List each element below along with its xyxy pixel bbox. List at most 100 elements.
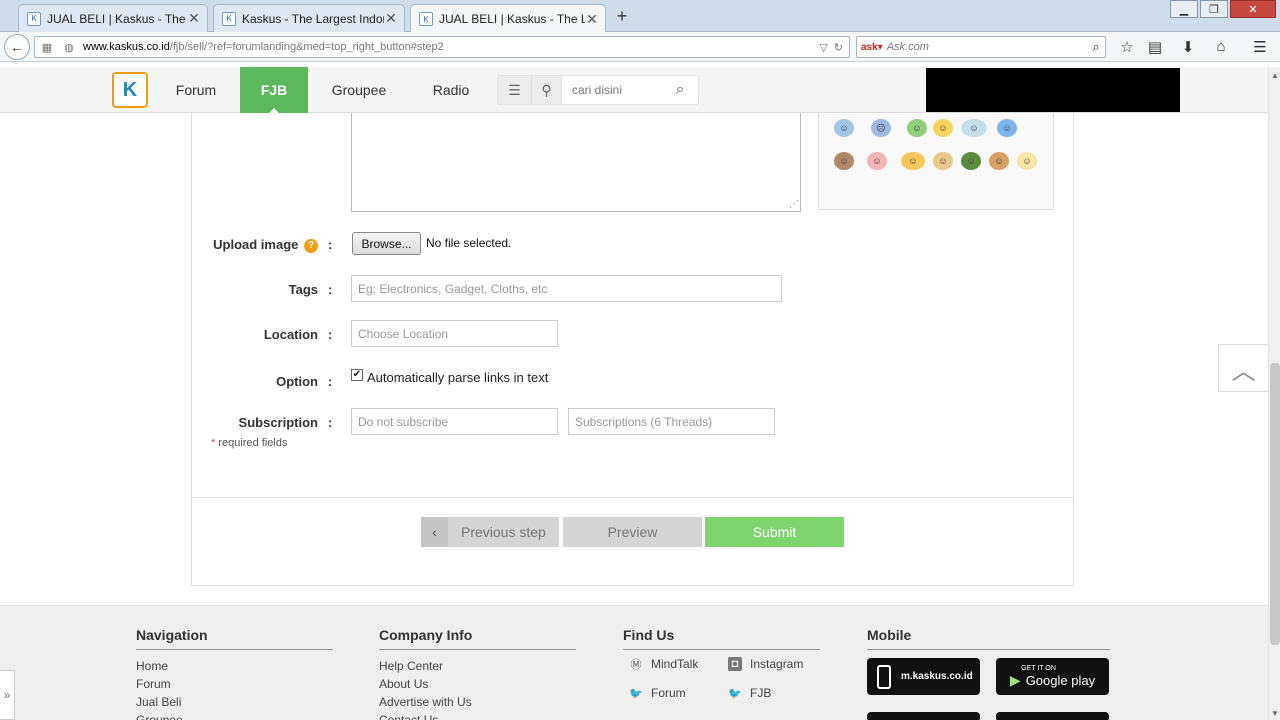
- emoticon-icon[interactable]: ☺: [933, 119, 953, 137]
- find-us-twitter-fjb[interactable]: 🐦 FJB: [728, 686, 771, 700]
- emoticon-panel: ☺ ☹ ☺ ☺ ☺ ☺ ☺ ☺ ☺ ☺ ☺ ☺ ☺: [818, 113, 1054, 210]
- footer-link-contact-us[interactable]: Contact Us: [379, 711, 576, 720]
- parse-links-checkbox[interactable]: ✔: [351, 369, 363, 381]
- scroll-to-top-icon[interactable]: ︿: [1218, 344, 1268, 392]
- grid-icon: ▦: [41, 41, 53, 54]
- previous-step-label: Previous step: [461, 524, 546, 540]
- phone-icon: [877, 664, 891, 689]
- nav-radio[interactable]: Radio: [420, 67, 482, 113]
- footer-navigation-title: Navigation: [136, 627, 333, 650]
- find-us-mindtalk[interactable]: Ⓜ MindTalk: [629, 657, 699, 671]
- location-input[interactable]: Choose Location: [351, 320, 558, 347]
- emoticon-icon[interactable]: ☺: [997, 119, 1017, 137]
- scroll-down-arrow-icon[interactable]: ▼: [1271, 709, 1279, 718]
- form-divider: [192, 497, 1073, 498]
- find-us-instagram[interactable]: ◘ Instagram: [728, 657, 803, 671]
- expand-sidebar-icon[interactable]: »: [0, 670, 15, 720]
- close-tab-icon[interactable]: ✕: [384, 10, 398, 27]
- footer-link-forum[interactable]: Forum: [136, 675, 333, 693]
- window-close-icon[interactable]: ✕: [1230, 0, 1276, 18]
- browser-tab-3-active[interactable]: K JUAL BELI | Kaskus - The La... ✕: [410, 4, 606, 33]
- reload-icon[interactable]: ↻: [834, 41, 843, 54]
- windows-store-button[interactable]: [996, 712, 1109, 720]
- footer-link-home[interactable]: Home: [136, 657, 333, 675]
- tab-title: JUAL BELI | Kaskus - The La...: [47, 11, 187, 26]
- label-colon: :: [328, 327, 333, 342]
- nav-forum[interactable]: Forum: [160, 67, 232, 113]
- footer-mobile: Mobile: [867, 627, 1110, 657]
- tab-title: JUAL BELI | Kaskus - The La...: [439, 12, 585, 26]
- search-icon[interactable]: ⌕: [662, 81, 698, 99]
- close-tab-icon[interactable]: ✕: [585, 11, 599, 28]
- emoticon-icon[interactable]: ☺: [834, 119, 854, 137]
- emoticon-icon[interactable]: ☹: [871, 119, 891, 137]
- browser-tab-1[interactable]: K JUAL BELI | Kaskus - The La... ✕: [18, 4, 208, 32]
- emoticon-icon[interactable]: ☺: [1017, 152, 1037, 170]
- scrollbar-thumb[interactable]: [1270, 363, 1280, 645]
- emoticon-icon[interactable]: ☺: [989, 152, 1009, 170]
- back-arrow-icon[interactable]: ←: [4, 34, 30, 60]
- footer-find-us: Find Us: [623, 627, 820, 657]
- subscription-label: Subscription: [238, 415, 318, 430]
- find-us-twitter-forum[interactable]: 🐦 Forum: [629, 686, 686, 700]
- browse-file-button[interactable]: Browse...: [352, 232, 421, 255]
- play-triangle-icon: ▶: [1009, 671, 1021, 688]
- browser-search-bar[interactable]: ask▾ Ask.com ⌕: [856, 36, 1106, 58]
- close-tab-icon[interactable]: ✕: [187, 10, 201, 27]
- help-question-icon[interactable]: ?: [304, 239, 318, 253]
- window-controls: ▁ ❐ ✕: [1168, 0, 1276, 18]
- submit-button[interactable]: Submit: [705, 517, 844, 547]
- emoticon-icon[interactable]: ☺: [933, 152, 953, 170]
- nav-fjb[interactable]: FJB: [240, 67, 308, 113]
- message-textarea[interactable]: ⋰: [351, 113, 801, 212]
- no-file-selected-text: No file selected.: [426, 236, 512, 250]
- page-scrollbar[interactable]: ▲ ▼: [1268, 67, 1280, 720]
- emoticon-icon[interactable]: ☺: [907, 119, 927, 137]
- site-footer: Navigation Home Forum Jual Beli Groupee …: [0, 605, 1268, 720]
- category-list-icon[interactable]: ☰: [498, 76, 532, 104]
- footer-link-jual-beli[interactable]: Jual Beli: [136, 693, 333, 711]
- footer-link-about-us[interactable]: About Us: [379, 675, 576, 693]
- tags-input[interactable]: Eg: Electronics, Gadget, Cloths, etc: [351, 275, 782, 302]
- footer-link-help-center[interactable]: Help Center: [379, 657, 576, 675]
- site-search-input[interactable]: cari disini: [562, 83, 662, 97]
- preview-button[interactable]: Preview: [563, 517, 702, 547]
- download-icon[interactable]: ⬇: [1178, 38, 1198, 56]
- reading-list-icon[interactable]: ▤: [1145, 38, 1165, 56]
- mobile-site-button[interactable]: m.kaskus.co.id: [867, 658, 980, 695]
- required-fields-note: * required fields: [211, 437, 288, 449]
- emoticon-icon[interactable]: ☺: [834, 152, 854, 170]
- home-icon[interactable]: ⌂: [1211, 38, 1231, 55]
- app-store-button[interactable]: [867, 712, 980, 720]
- subscriptions-folder-select[interactable]: Subscriptions (6 Threads): [568, 408, 775, 435]
- search-engine-text: Ask.com: [886, 41, 929, 53]
- kaskus-logo-icon[interactable]: K: [112, 72, 148, 108]
- emoticon-icon[interactable]: ☺: [901, 152, 925, 170]
- browser-nav-bar: ← ▦ ◍ www.kaskus.co.id/fjb/sell/?ref=for…: [0, 32, 1280, 62]
- google-play-button[interactable]: GET IT ON ▶ Google play: [996, 658, 1109, 695]
- minimize-icon[interactable]: ▁: [1170, 0, 1198, 18]
- kaskus-favicon-icon: K: [222, 11, 236, 26]
- dropdown-icon[interactable]: ▽: [819, 41, 827, 54]
- emoticon-icon[interactable]: ☺: [961, 152, 981, 170]
- globe-icon: ◍: [64, 41, 74, 54]
- search-icon[interactable]: ⌕: [1087, 39, 1105, 55]
- subscription-select[interactable]: Do not subscribe: [351, 408, 558, 435]
- bookmark-star-icon[interactable]: ☆: [1117, 38, 1137, 56]
- new-tab-icon[interactable]: +: [612, 6, 632, 27]
- menu-icon[interactable]: ☰: [1250, 38, 1270, 56]
- footer-link-groupee[interactable]: Groupee: [136, 711, 333, 720]
- footer-link-advertise[interactable]: Advertise with Us: [379, 693, 576, 711]
- emoticon-icon[interactable]: ☺: [867, 152, 887, 170]
- scroll-up-arrow-icon[interactable]: ▲: [1271, 71, 1279, 80]
- location-pin-icon[interactable]: ⚲: [532, 76, 562, 104]
- emoticon-icon[interactable]: ☺: [961, 119, 987, 137]
- mindtalk-icon: Ⓜ: [630, 659, 642, 671]
- nav-groupee[interactable]: Groupee: [318, 67, 400, 113]
- footer-navigation: Navigation Home Forum Jual Beli Groupee: [136, 627, 333, 720]
- resize-grip-icon[interactable]: ⋰: [789, 199, 799, 210]
- previous-step-button[interactable]: ‹ Previous step: [421, 517, 559, 547]
- url-bar[interactable]: ▦ ◍ www.kaskus.co.id/fjb/sell/?ref=forum…: [34, 36, 850, 58]
- restore-icon[interactable]: ❐: [1200, 0, 1228, 18]
- browser-tab-2[interactable]: K Kaskus - The Largest Indon... ✕: [213, 4, 405, 32]
